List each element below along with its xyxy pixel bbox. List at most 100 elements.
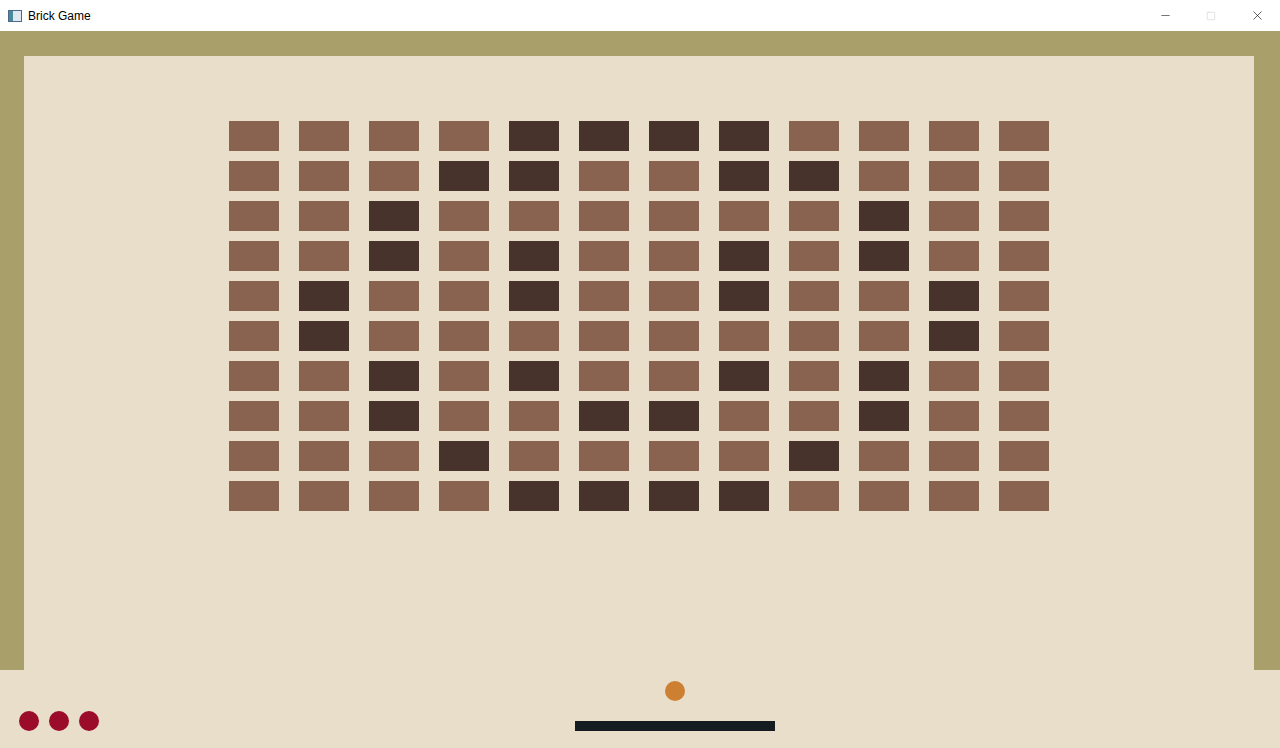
brick: [999, 201, 1049, 231]
brick: [999, 241, 1049, 271]
brick: [229, 161, 279, 191]
brick-row: [229, 361, 1049, 391]
brick: [719, 161, 769, 191]
brick-row: [229, 481, 1049, 511]
brick: [999, 161, 1049, 191]
brick: [999, 281, 1049, 311]
brick: [439, 321, 489, 351]
brick: [509, 241, 559, 271]
brick: [299, 481, 349, 511]
brick: [719, 441, 769, 471]
brick: [439, 281, 489, 311]
app-window: Brick Game: [0, 0, 1280, 748]
brick: [929, 121, 979, 151]
brick: [229, 481, 279, 511]
brick: [999, 361, 1049, 391]
minimize-button[interactable]: [1142, 0, 1188, 31]
brick: [789, 361, 839, 391]
brick: [579, 161, 629, 191]
brick: [299, 361, 349, 391]
brick: [369, 201, 419, 231]
brick: [509, 121, 559, 151]
game-frame: [0, 31, 1280, 670]
brick: [999, 121, 1049, 151]
brick: [789, 241, 839, 271]
brick: [369, 121, 419, 151]
brick: [229, 121, 279, 151]
brick: [719, 121, 769, 151]
brick: [439, 241, 489, 271]
brick: [229, 401, 279, 431]
brick: [509, 321, 559, 351]
brick: [789, 441, 839, 471]
brick: [369, 361, 419, 391]
brick: [929, 361, 979, 391]
brick: [649, 241, 699, 271]
brick: [999, 401, 1049, 431]
brick: [439, 481, 489, 511]
brick: [509, 201, 559, 231]
brick-row: [229, 321, 1049, 351]
brick: [369, 441, 419, 471]
brick: [649, 161, 699, 191]
brick: [859, 161, 909, 191]
brick: [929, 481, 979, 511]
brick: [859, 121, 909, 151]
brick: [579, 441, 629, 471]
brick: [859, 401, 909, 431]
brick: [929, 321, 979, 351]
brick: [439, 161, 489, 191]
brick-row: [229, 161, 1049, 191]
brick: [929, 161, 979, 191]
brick: [439, 441, 489, 471]
minimize-icon: [1159, 9, 1172, 22]
brick: [789, 201, 839, 231]
brick-row: [229, 281, 1049, 311]
brick: [299, 321, 349, 351]
brick: [719, 281, 769, 311]
brick: [719, 481, 769, 511]
brick: [299, 241, 349, 271]
brick: [649, 481, 699, 511]
life-dot: [79, 711, 99, 731]
brick: [999, 321, 1049, 351]
life-dot: [49, 711, 69, 731]
brick: [369, 161, 419, 191]
brick: [299, 161, 349, 191]
brick: [719, 241, 769, 271]
brick: [789, 121, 839, 151]
brick: [509, 161, 559, 191]
brick: [719, 401, 769, 431]
title-bar: Brick Game: [0, 0, 1280, 31]
paddle[interactable]: [575, 721, 775, 731]
brick: [789, 161, 839, 191]
brick: [229, 321, 279, 351]
window-title: Brick Game: [28, 7, 91, 25]
brick: [929, 201, 979, 231]
brick: [719, 361, 769, 391]
brick: [859, 201, 909, 231]
brick: [229, 361, 279, 391]
brick: [509, 281, 559, 311]
brick: [229, 241, 279, 271]
brick: [649, 281, 699, 311]
close-button[interactable]: [1234, 0, 1280, 31]
brick: [439, 361, 489, 391]
play-field: [24, 56, 1254, 670]
brick: [229, 201, 279, 231]
brick: [579, 481, 629, 511]
brick: [369, 241, 419, 271]
brick: [929, 241, 979, 271]
brick: [789, 481, 839, 511]
brick: [509, 481, 559, 511]
bottom-strip: [0, 670, 1280, 748]
brick: [229, 281, 279, 311]
brick: [649, 441, 699, 471]
brick: [299, 281, 349, 311]
brick: [579, 281, 629, 311]
brick: [999, 441, 1049, 471]
brick: [859, 241, 909, 271]
brick: [579, 361, 629, 391]
maximize-button[interactable]: [1188, 0, 1234, 31]
brick: [649, 121, 699, 151]
